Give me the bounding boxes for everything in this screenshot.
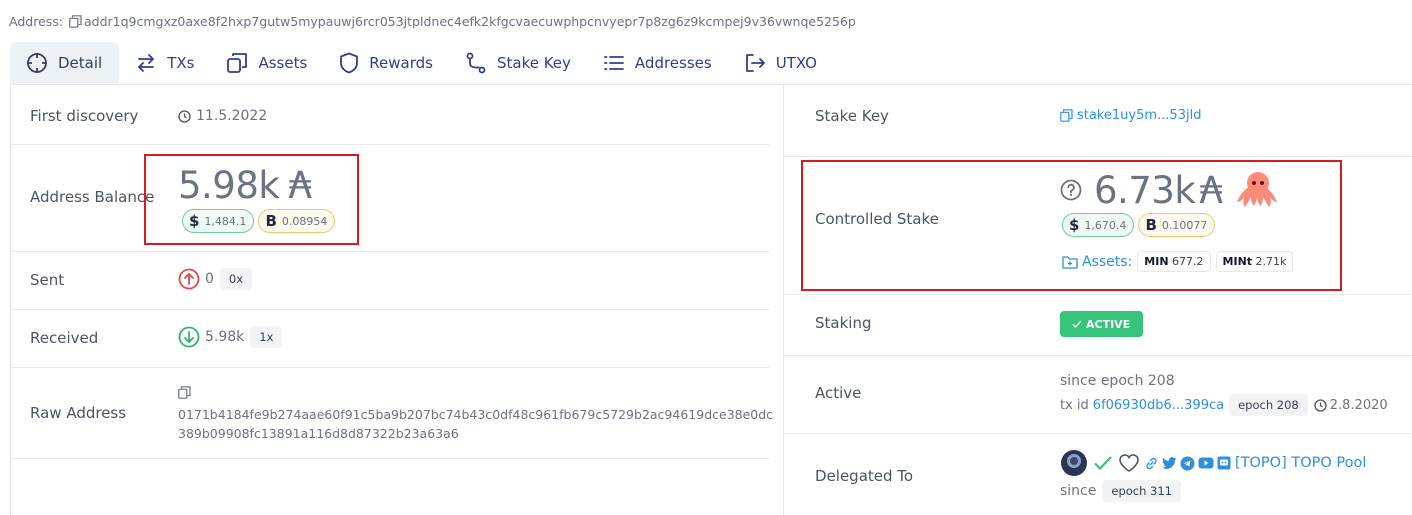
sent-label: Sent [30,271,65,289]
tab-label: Rewards [369,54,433,72]
arrow-down-circle-icon [178,326,200,348]
verified-check-icon [1093,454,1113,472]
staking-label: Staking [815,314,872,332]
tab-bar: Detail TXs Assets Rewards Stake Key Addr… [10,42,833,84]
delegated-label: Delegated To [815,467,914,485]
address-line: Address: addr1q9cmgxz0axe8f2hxp7gutw5myp… [9,14,856,29]
active-label: Active [815,384,862,402]
first-discovery-label: First discovery [30,107,139,125]
row-staking: Staking ACTIVE [784,294,1412,356]
copy-icon[interactable] [1060,109,1073,122]
stake-key-link[interactable]: stake1uy5m...53jld [1077,108,1201,123]
logout-arrow-icon [744,52,776,74]
row-raw-address: Raw Address 0171b4184fe9b274aae60f91c5ba… [11,367,773,459]
twitter-icon[interactable] [1162,456,1177,470]
route-icon [465,52,497,74]
row-stake-key: Stake Key stake1uy5m...53jld [784,85,1412,157]
tab-addresses[interactable]: Addresses [587,42,728,84]
epoch-chip[interactable]: epoch 208 [1229,394,1308,416]
pool-name-link[interactable]: [TOPO] TOPO Pool [1235,455,1366,471]
tab-label: Stake Key [496,54,571,72]
telegram-icon[interactable] [1180,456,1195,471]
status-badge: ACTIVE [1060,311,1144,337]
address-balance-label: Address Balance [30,188,155,206]
active-date: 2.8.2020 [1329,397,1388,413]
tab-rewards[interactable]: Rewards [323,42,449,84]
crosshair-icon [26,52,58,74]
raw-address-label: Raw Address [30,404,127,422]
shield-icon [339,52,369,74]
address-value[interactable]: addr1q9cmgxz0axe8f2hxp7gutw5mypauwj6rcr0… [84,14,856,29]
address-details-panel: First discovery 11.5.2022 Address Balanc… [10,85,773,515]
status-text: ACTIVE [1086,317,1131,331]
tab-txs[interactable]: TXs [119,42,210,84]
raw-address-line-2: 389b09908fc13891a116d8d87322b23a63a6 [178,426,459,441]
stake-key-value-group[interactable]: stake1uy5m...53jld [1060,108,1201,123]
received-value: 5.98k [205,329,245,345]
delegated-since: since [1060,483,1097,499]
received-label: Received [30,329,99,347]
stake-details-panel: Stake Key stake1uy5m...53jld Controlled … [783,85,1412,515]
row-delegated-to: Delegated To [TOPO] TOPO Pool since epoc… [784,433,1412,515]
clock-icon [178,109,191,123]
discord-icon[interactable] [1217,456,1231,470]
txid-label: tx id [1060,397,1089,413]
epoch-chip[interactable]: epoch 311 [1102,480,1182,502]
tab-label: Assets [258,54,308,72]
copy-icon[interactable] [178,386,191,399]
pool-avatar[interactable] [1060,449,1088,477]
stake-key-label: Stake Key [815,107,889,125]
row-first-discovery: First discovery 11.5.2022 [11,85,769,145]
heart-icon[interactable] [1118,453,1140,473]
tab-utxo[interactable]: UTXO [728,42,833,84]
raw-address-line-1: 0171b4184fe9b274aae60f91c5ba9b207bc74b43… [178,407,774,422]
active-since: since epoch 208 [1060,373,1175,389]
sent-value: 0 [205,271,214,287]
tab-label: TXs [167,54,195,72]
tab-detail[interactable]: Detail [10,42,120,84]
row-sent: Sent 0 0x [11,251,769,310]
tab-assets[interactable]: Assets [210,42,323,84]
clock-icon [1314,398,1327,412]
active-tx-group: tx id 6f06930db6...399ca epoch 208 2.8.2… [1060,394,1388,416]
check-icon [1072,319,1082,329]
address-label: Address: [9,14,63,29]
received-count-chip: 1x [250,326,283,348]
highlight-box-balance [144,154,359,245]
list-icon [603,52,635,74]
first-discovery-date: 11.5.2022 [196,108,268,124]
delegated-pool-group: [TOPO] TOPO Pool [1060,449,1366,477]
tab-label: Detail [58,54,103,72]
tab-stake-key[interactable]: Stake Key [449,42,587,84]
sent-value-group: 0 0x [178,268,253,290]
first-discovery-value: 11.5.2022 [178,108,267,124]
delegated-since-group: since epoch 311 [1060,480,1182,502]
swap-arrows-icon [135,52,167,74]
copy-squares-icon [226,52,258,74]
txid-link[interactable]: 6f06930db6...399ca [1093,398,1224,413]
arrow-up-circle-icon [178,268,200,290]
copy-icon[interactable] [69,15,82,28]
tab-label: UTXO [775,54,817,72]
tab-label: Addresses [634,54,712,72]
highlight-box-controlled-stake [801,160,1342,291]
received-value-group: 5.98k 1x [178,326,283,348]
sent-count-chip: 0x [219,268,253,290]
row-active: Active since epoch 208 tx id 6f06930db6.… [784,355,1412,434]
row-address-balance: Address Balance 5.98k ₳ $1,484.1 B 0.0895… [11,144,769,252]
youtube-icon[interactable] [1198,457,1214,469]
link-icon[interactable] [1144,456,1159,471]
row-received: Received 5.98k 1x [11,309,769,368]
raw-address-value[interactable]: 0171b4184fe9b274aae60f91c5ba9b207bc74b43… [178,405,773,443]
